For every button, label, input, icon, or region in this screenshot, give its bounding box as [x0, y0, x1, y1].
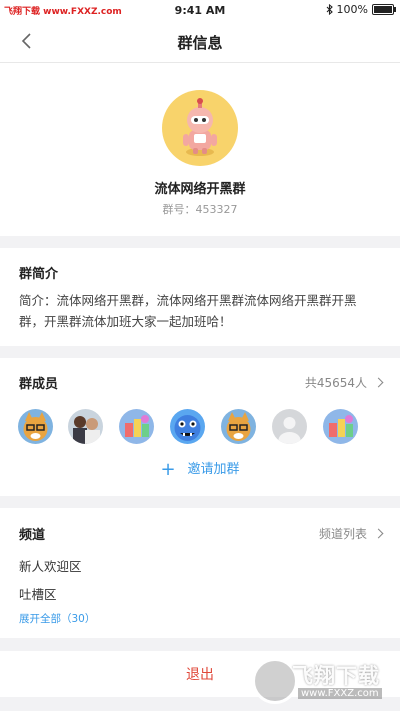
robot-mascot-icon	[183, 98, 217, 156]
invite-button[interactable]: + 邀请加群	[0, 458, 400, 480]
chevron-right-icon	[373, 377, 384, 388]
battery-icon	[372, 4, 396, 15]
cat-glasses-avatar-icon[interactable]	[18, 409, 53, 444]
expand-all-link[interactable]: 展开全部（30）	[19, 611, 95, 626]
nav-bar: 群信息	[0, 20, 400, 63]
group-id: 群号：453327	[162, 203, 238, 216]
channel-list-label: 频道列表	[318, 527, 367, 541]
group-avatar[interactable]	[162, 90, 238, 166]
cat-glasses-avatar-icon[interactable]	[221, 409, 256, 444]
group-header: 流体网络开黑群 群号：453327	[0, 63, 400, 236]
plus-icon: +	[160, 459, 176, 480]
channel-list-link[interactable]: 频道列表	[318, 525, 384, 542]
channels-section: 频道 频道列表 新人欢迎区 吐槽区 展开全部（30）	[0, 508, 400, 638]
member-count: 共45654人	[304, 376, 367, 390]
intro-text: 简介：流体网络开黑群，流体网络开黑群流体网络开黑群开黑群，开黑群流体加班大家一起…	[19, 293, 357, 329]
page-title: 群信息	[177, 34, 223, 52]
members-count-link[interactable]: 共45654人	[304, 374, 384, 391]
battery-percent: 100%	[336, 3, 368, 16]
member-avatar-row	[18, 409, 382, 445]
blue-monster-avatar-icon[interactable]	[170, 409, 205, 444]
members-section: 群成员 共45654人 + 邀请加群	[0, 358, 400, 496]
members-title: 群成员	[19, 377, 59, 392]
watermark-url: www.FXXZ.com	[298, 688, 382, 699]
group-name: 流体网络开黑群	[154, 182, 246, 197]
toys-avatar-icon[interactable]	[323, 409, 358, 444]
intro-title: 群简介	[19, 267, 59, 282]
chevron-right-icon	[373, 528, 384, 539]
invite-label: 邀请加群	[187, 462, 240, 477]
channel-item[interactable]: 吐槽区	[19, 584, 57, 603]
people-photo-avatar-icon[interactable]	[68, 409, 103, 444]
watermark-logo: 飞翔下载 www.FXXZ.com	[252, 658, 392, 704]
watermark-logo-text: 飞翔下载	[292, 664, 380, 688]
bluetooth-icon	[326, 4, 333, 15]
status-right: 100%	[326, 3, 396, 16]
channel-item[interactable]: 新人欢迎区	[19, 556, 82, 575]
intro-section: 群简介 简介：流体网络开黑群，流体网络开黑群流体网络开黑群开黑群，开黑群流体加班…	[0, 248, 400, 346]
default-avatar-icon[interactable]	[272, 409, 307, 444]
channels-title: 频道	[19, 528, 46, 543]
status-bar: 飞翔下载 www.FXXZ.com 9:41 AM 100%	[0, 0, 400, 20]
toys-avatar-icon[interactable]	[119, 409, 154, 444]
